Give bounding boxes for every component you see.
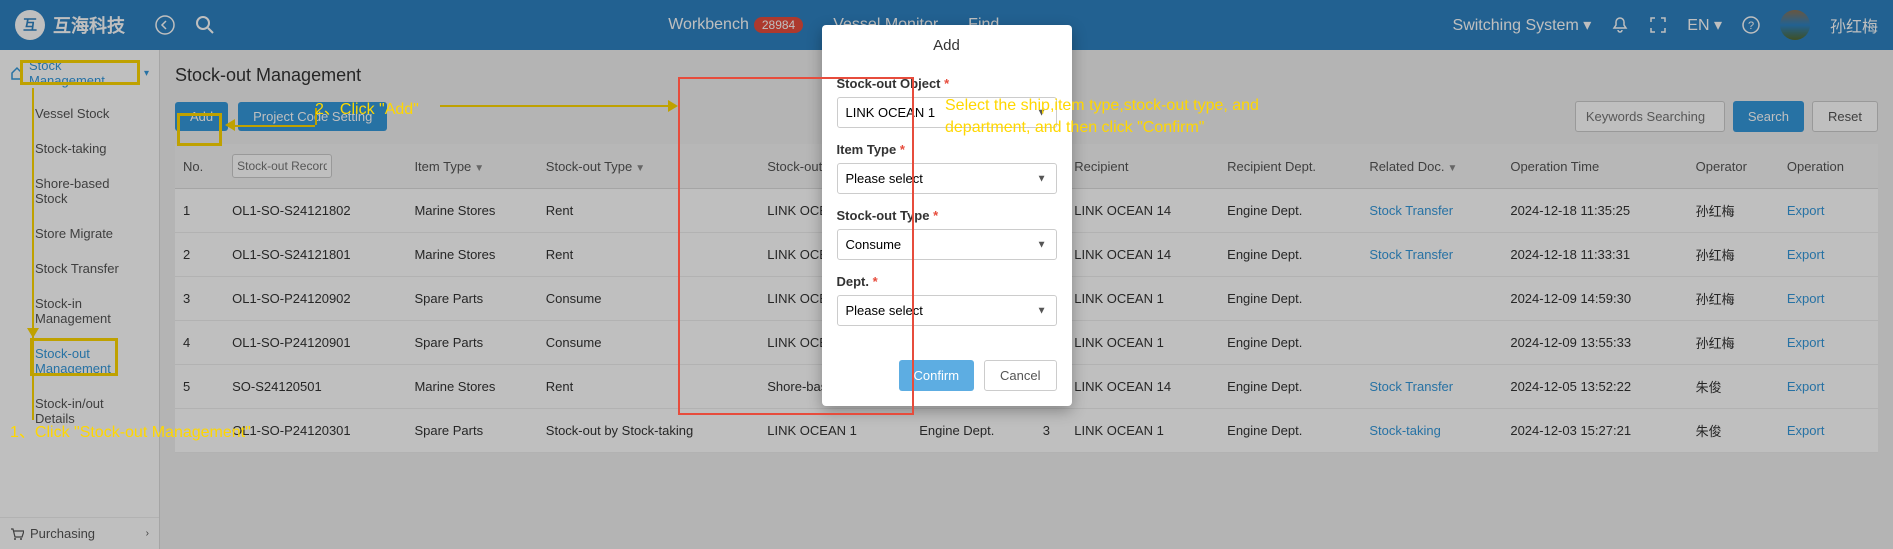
item-type-label: Item Type *: [837, 142, 1057, 157]
add-modal: Add Stock-out Object * LINK OCEAN 1▼ Ite…: [822, 25, 1072, 406]
stockout-object-label: Stock-out Object *: [837, 76, 1057, 91]
item-type-select[interactable]: Please select: [837, 163, 1057, 194]
modal-body: Stock-out Object * LINK OCEAN 1▼ Item Ty…: [822, 66, 1072, 350]
dept-label: Dept. *: [837, 274, 1057, 289]
confirm-button[interactable]: Confirm: [899, 360, 975, 391]
cancel-button[interactable]: Cancel: [984, 360, 1056, 391]
stockout-type-select[interactable]: Consume: [837, 229, 1057, 260]
dept-select[interactable]: Please select: [837, 295, 1057, 326]
stockout-type-label: Stock-out Type *: [837, 208, 1057, 223]
modal-title: Add: [822, 25, 1072, 66]
stockout-object-select[interactable]: LINK OCEAN 1: [837, 97, 1057, 128]
modal-footer: Confirm Cancel: [822, 350, 1072, 406]
